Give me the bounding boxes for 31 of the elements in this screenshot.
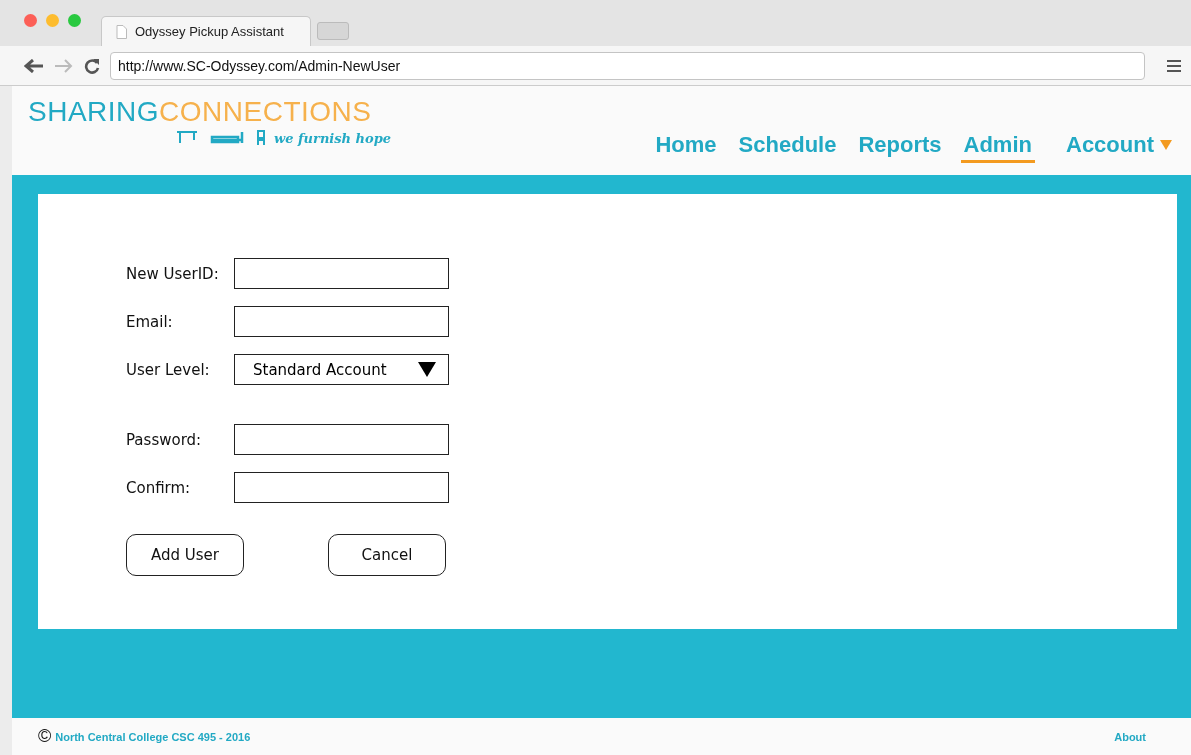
back-icon[interactable] [24,58,44,73]
input-field[interactable] [234,424,449,455]
input-field[interactable] [234,258,449,289]
field-label: Confirm: [126,478,192,497]
tagline: we furnish hope [274,130,392,146]
input-field[interactable] [234,306,449,337]
field-label: Email: [126,312,174,331]
footer-text: North Central College CSC 495 - 2016 [55,730,252,743]
nav-link[interactable]: Schedule [735,132,840,163]
logo-text: SHARING [28,96,160,127]
dropdown-arrow-icon [418,362,436,377]
address-field[interactable]: http://www.SC-Odyssey.com/Admin-NewUser [110,51,1145,80]
reload-icon[interactable] [84,57,100,74]
form-button[interactable]: Add User [126,534,244,576]
field-label: User Level: [126,360,211,379]
nav-link[interactable]: Home [652,132,720,163]
field-label: Password: [126,430,203,449]
user-level-dropdown[interactable]: Standard Account [234,354,449,385]
nav-link[interactable]: Account [1063,132,1175,163]
menu-icon[interactable] [1167,59,1181,72]
about-link[interactable]: About [1114,730,1146,743]
logo-text: CONNECTIONS [159,96,372,127]
copyright-symbol: © [38,726,52,747]
caret-icon [1160,140,1172,150]
form-button[interactable]: Cancel [328,534,446,576]
nav-link[interactable]: Reports [855,132,945,163]
input-field[interactable] [234,472,449,503]
nav-link[interactable]: Admin [960,132,1035,163]
field-label: New UserID: [126,264,220,283]
browser-tab[interactable]: Odyssey Pickup Assistant [101,16,311,46]
page-icon [116,24,127,39]
